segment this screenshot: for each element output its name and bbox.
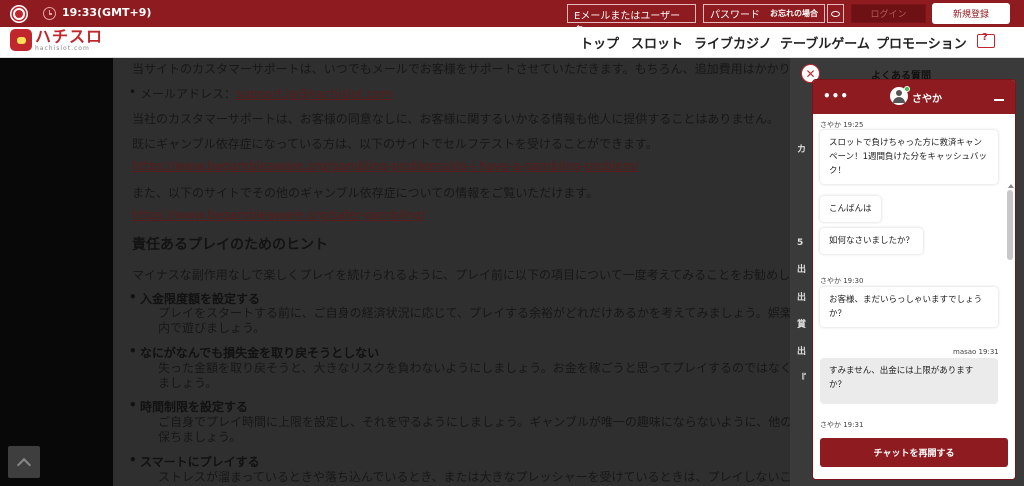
chat-footer: チャットを再開する [813,438,1015,479]
faq-fragment: 出 [797,347,807,357]
scroll-to-top-button[interactable] [8,446,40,478]
tip-text: ご自身でプレイ時間に上限を設定し、それを守るようにしましょう。ギャンブルが唯一の… [158,415,817,429]
current-time: 19:33(GMT+9) [62,6,152,19]
clock-icon [43,7,56,20]
password-placeholder: パスワード [710,10,760,21]
email-input[interactable]: Eメールまたはユーザー名 [567,4,696,37]
login-button[interactable]: ログイン [851,4,926,23]
agent-message: 如何なさいましたか？ [820,228,924,254]
faq-fragment: 『 [797,374,807,384]
tip-text: 内で遊びましょう。 [158,321,266,335]
chat-messages: さやか 19:25 スロットで負けちゃった方に救済キャンペーン！1週間負けた分を… [813,114,1015,440]
tips-heading: 責任あるプレイのためのヒント [132,237,328,253]
eye-icon [831,10,840,17]
message-meta: さやか 19:31 [820,421,864,429]
tip-text: 保ちましょう。 [158,430,242,444]
minimize-chat-button[interactable] [994,99,1004,101]
tip-text: ストレスが溜まっているときや落ち込んでいるとき、または大きなプレッシャーを受けて… [158,470,816,484]
tip-text: 失った金額を取り戻そうと、大きなリスクを負わないようにしましょう。お金を稼ごうと… [158,361,828,375]
nav-item-top[interactable]: トップ [580,33,619,52]
safer-gambling-link[interactable]: https://www.begambleaware.org/safer-gamb… [132,208,425,222]
mail-bullet: メールアドレス：support.jp@hachislot.com [113,85,392,102]
other-info-text: また、以下のサイトでその他のギャンブル依存症についての情報をご覧いただけます。 [132,186,599,200]
register-button[interactable]: 新規登録 [932,3,1010,24]
faq-fragment: 出 [797,265,807,275]
message-meta: さやか 19:30 [820,277,864,285]
online-status-icon [904,86,910,92]
mail-label: メールアドレス： [140,87,237,101]
main-nav: ハチスロ hachislot.com トップ スロット ライブカジノ テーブルゲ… [0,27,1024,58]
restart-chat-button[interactable]: チャットを再開する [820,438,1008,467]
message-meta: さやか 19:25 [820,121,864,129]
faq-fragment: 賞 [797,320,807,330]
password-input[interactable]: パスワード お忘れの場合 [703,4,825,23]
chat-scrollbar[interactable] [1007,190,1013,260]
selftest-text: 既にギャンブル依存症になっている方は、以下のサイトでセルフテストを受けることがで… [132,137,658,151]
chat-header: ••• さやか [813,80,1015,114]
faq-fragment: カ [797,145,807,155]
nav-item-slot[interactable]: スロット [631,33,683,52]
user-message: すみません、出金には上限がありますか？ [820,358,998,404]
nav-item-table-games[interactable]: テーブルゲーム [780,33,870,52]
support-email-link[interactable]: support.jp@hachislot.com [236,87,392,101]
privacy-text: 当社のカスタマーサポートは、お客様の同意なしに、お客様に関するいかなる情報も他人… [132,112,780,126]
forgot-password-link[interactable]: お忘れの場合 [770,8,818,19]
support-intro: 当サイトのカスタマーサポートは、いつでもメールでお客様をサポートさせていただきま… [132,62,827,76]
chat-widget: ••• さやか さやか 19:25 スロットで負けちゃった方に救済キャンペーン！… [812,79,1016,480]
agent-message: こんばんは [820,196,881,222]
faq-fragment: 出 [797,293,807,303]
mascot-icon [10,29,32,51]
left-margin [0,58,113,486]
scroll-up-arrow-icon[interactable] [1008,184,1014,188]
brand-name: ハチスロ [35,27,104,46]
message-meta: masao 19:31 [953,348,999,356]
show-password-button[interactable] [827,4,844,23]
site-icon[interactable] [10,5,28,23]
agent-message: お客様、まだいらっしゃいますでしょうか？ [820,287,998,327]
nav-item-promotion[interactable]: プロモーション [876,33,967,52]
top-bar: 19:33(GMT+9) Eメールまたはユーザー名 パスワード お忘れの場合 ロ… [0,0,1024,37]
agent-message: スロットで負けちゃった方に救済キャンペーン！1週間負けた分をキャッシュバック！ [820,130,998,184]
brand-logo[interactable]: ハチスロ hachislot.com [10,28,103,52]
agent-name: さやか [912,94,942,105]
tips-lead: マイナスな副作用なしで楽しくプレイを続けられるように、プレイ前に以下の項目につい… [132,268,815,282]
selftest-link[interactable]: https://www.begambleaware.org/gambling-p… [132,159,639,173]
tip-text: ましょう。 [158,376,218,390]
help-chat-icon[interactable] [977,32,995,48]
chevron-up-icon [16,457,32,472]
brand-domain: hachislot.com [35,45,90,52]
nav-item-live-casino[interactable]: ライブカジノ [694,33,772,52]
faq-fragment: 5 [797,238,804,248]
chat-menu-button[interactable]: ••• [823,89,849,103]
